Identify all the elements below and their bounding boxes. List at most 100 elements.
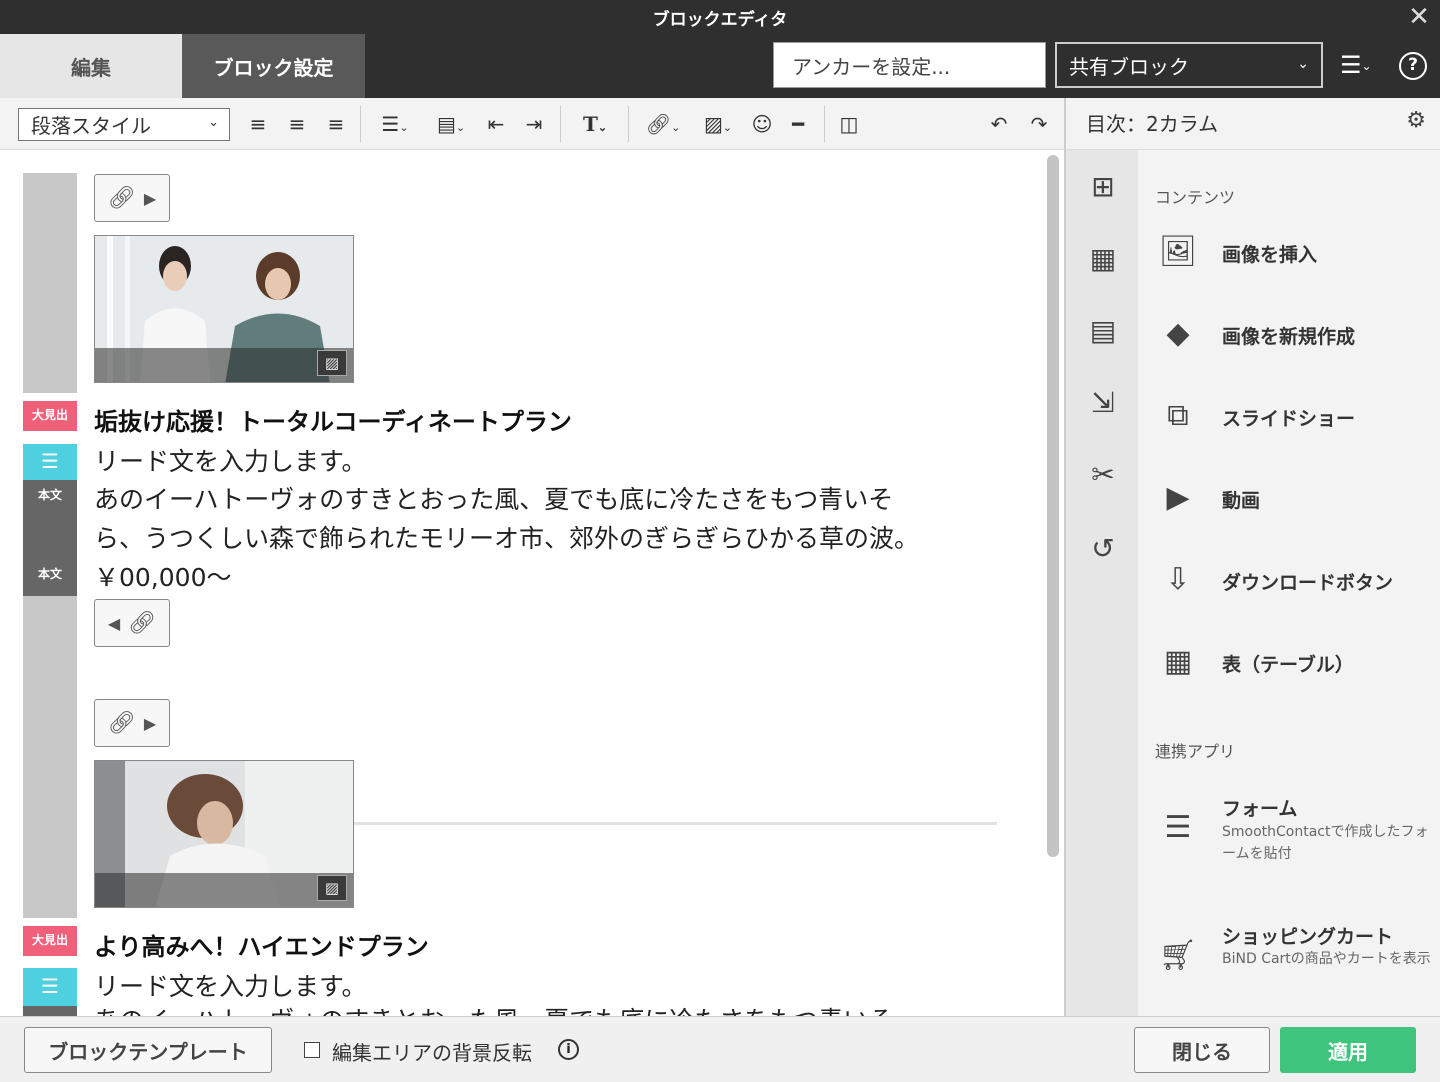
sidebar-header: 目次：2カラム ⚙ [1064,98,1440,150]
image-settings-icon[interactable]: ▨ [317,350,347,376]
download-icon[interactable]: ⇩ [1158,560,1198,600]
format-toolbar: 段落スタイル ⌄ ≡ ≡ ≡ ☰⌄ ▤⌄ ⇤ ⇥ T⌄ 🔗︎⌄ ▨⌄ ☺ ━ ◫… [0,98,1064,150]
link-icon: 🔗︎ [107,710,136,736]
image-icon[interactable]: ▨⌄ [696,110,740,138]
photo-two-women [95,236,353,382]
slideshow-item[interactable]: スライドショー [1222,404,1355,431]
import-icon[interactable]: ⇲ [1084,384,1122,422]
toolbar-divider [560,106,561,142]
table-item[interactable]: 表（テーブル） [1222,650,1354,677]
close-window-icon[interactable]: ✕ [1406,4,1432,32]
image-placeholder[interactable]: ▨ [94,760,354,908]
add-icon[interactable]: ⊞ [1084,168,1122,206]
section1-lead[interactable]: リード文を入力します。 [94,442,367,481]
form-item[interactable]: フォーム [1222,794,1297,821]
bottom-bar: ブロックテンプレート 編集エリアの背景反転 i 閉じる 適用 [0,1016,1440,1082]
caret-right-icon: ▶ [143,188,157,208]
help-icon[interactable]: ? [1399,52,1427,80]
chevron-down-icon: ⌄ [208,115,219,130]
lead-tag-icon[interactable]: ☰ [23,444,77,480]
sidebar-panel: コンテンツ 🖼︎ 画像を挿入 ◆ 画像を新規作成 ⧉ スライドショー ▶ 動画 … [1138,150,1440,1016]
lead-tag-icon[interactable]: ☰ [23,968,77,1006]
block-bar-image[interactable] [23,596,77,918]
section1-body-line2[interactable]: ら、うつくしい森で飾られたモリーオ市、郊外のぎらぎらひかる草の波。 [94,519,919,558]
body-tag[interactable]: 本文 本文 [23,480,77,596]
block-bar-image[interactable] [23,173,77,393]
slideshow-icon[interactable]: ⧉ [1158,396,1198,436]
form-item-desc: SmoothContactで作成したフォームを貼付 [1222,824,1429,862]
section2-heading[interactable]: より高みへ！ハイエンドプラン [94,927,429,962]
link-toggle-button[interactable]: 🔗︎ ▶ [94,699,170,747]
download-button-item[interactable]: ダウンロードボタン [1222,568,1393,595]
history-icon[interactable]: ↺ [1084,530,1122,568]
menu-icon[interactable]: ☰⌄ [1340,52,1380,80]
tools-icon[interactable]: ✂ [1084,456,1122,494]
window-title: ブロックエディタ [652,9,788,30]
video-item[interactable]: 動画 [1222,486,1260,513]
align-right-icon[interactable]: ≡ [324,110,348,138]
align-left-icon[interactable]: ≡ [246,110,270,138]
contents-section-label: コンテンツ [1155,188,1236,207]
paragraph-style-select[interactable]: 段落スタイル ⌄ [18,108,230,141]
caret-right-icon: ▶ [143,713,157,733]
bullet-list-icon[interactable]: ☰⌄ [374,110,416,138]
bg-invert-label: 編集エリアの背景反転 [332,1041,532,1065]
link-icon[interactable]: 🔗︎⌄ [642,110,684,138]
heading-tag[interactable]: 大見出 [23,926,77,956]
text-style-icon[interactable]: T⌄ [574,110,616,138]
link-toggle-button[interactable]: ◀ 🔗︎ [94,599,170,647]
section2-body-line1[interactable]: あのイーハトーヴォのすきとおった風、夏でも底に冷たさをもつ青いそ [94,1006,893,1016]
close-button[interactable]: 閉じる [1134,1027,1270,1073]
outdent-icon[interactable]: ⇤ [484,110,508,138]
toolbar-divider [824,106,825,142]
video-icon[interactable]: ▶ [1158,478,1198,518]
tab-edit[interactable]: 編集 [0,34,182,98]
bg-invert-checkbox[interactable] [304,1042,320,1058]
shapes-icon[interactable]: ◆ [1158,314,1198,354]
apply-button[interactable]: 適用 [1280,1027,1416,1073]
shopping-cart-item[interactable]: ショッピングカート [1222,922,1393,949]
form-icon[interactable]: ☰ [1158,808,1198,848]
gear-icon[interactable]: ⚙ [1406,108,1426,133]
shared-block-value: 共有ブロック [1069,54,1189,79]
toolbar-divider [360,106,361,142]
section1-heading[interactable]: 垢抜け応援！トータルコーディネートプラン [94,402,572,437]
image-settings-icon[interactable]: ▨ [317,875,347,901]
photo-woman [95,761,353,907]
new-image-item[interactable]: 画像を新規作成 [1222,322,1355,349]
shopping-cart-item-desc: BiND Cartの商品やカートを表示 [1222,951,1431,967]
editor-scrollbar-thumb[interactable] [1047,155,1059,857]
link-icon: 🔗︎ [128,610,157,636]
image-placeholder[interactable]: ▨ [94,235,354,383]
image-insert-icon[interactable]: 🖼︎ [1158,232,1198,272]
sidebar-title: 目次：2カラム [1086,112,1219,136]
redo-icon[interactable]: ↷ [1026,110,1052,138]
undo-icon[interactable]: ↶ [986,110,1012,138]
grid-icon[interactable]: ▦ [1084,240,1122,278]
tab-block-settings[interactable]: ブロック設定 [182,34,365,98]
insert-image-item[interactable]: 画像を挿入 [1222,240,1317,267]
shared-block-select[interactable]: 共有ブロック ⌄ [1055,42,1323,88]
emoji-icon[interactable]: ☺ [750,110,774,138]
table-icon[interactable]: ▦ [1158,642,1198,682]
align-center-icon[interactable]: ≡ [285,110,309,138]
top-bar: 編集 ブロック設定 アンカーを設定... 共有ブロック ⌄ ☰⌄ ? [0,34,1440,98]
section1-body-line1[interactable]: あのイーハトーヴォのすきとおった風、夏でも底に冷たさをもつ青いそ [94,480,893,519]
section2-lead[interactable]: リード文を入力します。 [94,967,367,1006]
indent-icon[interactable]: ⇥ [522,110,546,138]
block-template-button[interactable]: ブロックテンプレート [24,1027,272,1073]
anchor-input[interactable]: アンカーを設定... [773,42,1046,88]
link-toggle-button[interactable]: 🔗︎ ▶ [94,174,170,222]
editor-area[interactable]: 大見出 ☰ 本文 本文 大見出 ☰ 🔗︎ ▶ ▨ 垢抜け応援！トータルコーディネ… [0,150,1040,1018]
block-format-icon[interactable]: ▤⌄ [430,110,472,138]
sidebar-icon-column: ⊞ ▦ ▤ ⇲ ✂ ↺ [1064,150,1138,1016]
horizontal-rule-icon[interactable]: ━ [786,110,810,138]
window-title-bar: ブロックエディタ [0,0,1440,34]
cart-icon[interactable]: 🛒︎ [1158,936,1198,976]
info-icon[interactable]: i [558,1039,579,1060]
section1-price[interactable]: ￥00,000〜 [94,558,231,597]
heading-tag[interactable]: 大見出 [23,401,77,431]
link-icon: 🔗︎ [107,185,136,211]
document-icon[interactable]: ▤ [1084,312,1122,350]
column-split-icon[interactable]: ◫ [836,110,862,138]
